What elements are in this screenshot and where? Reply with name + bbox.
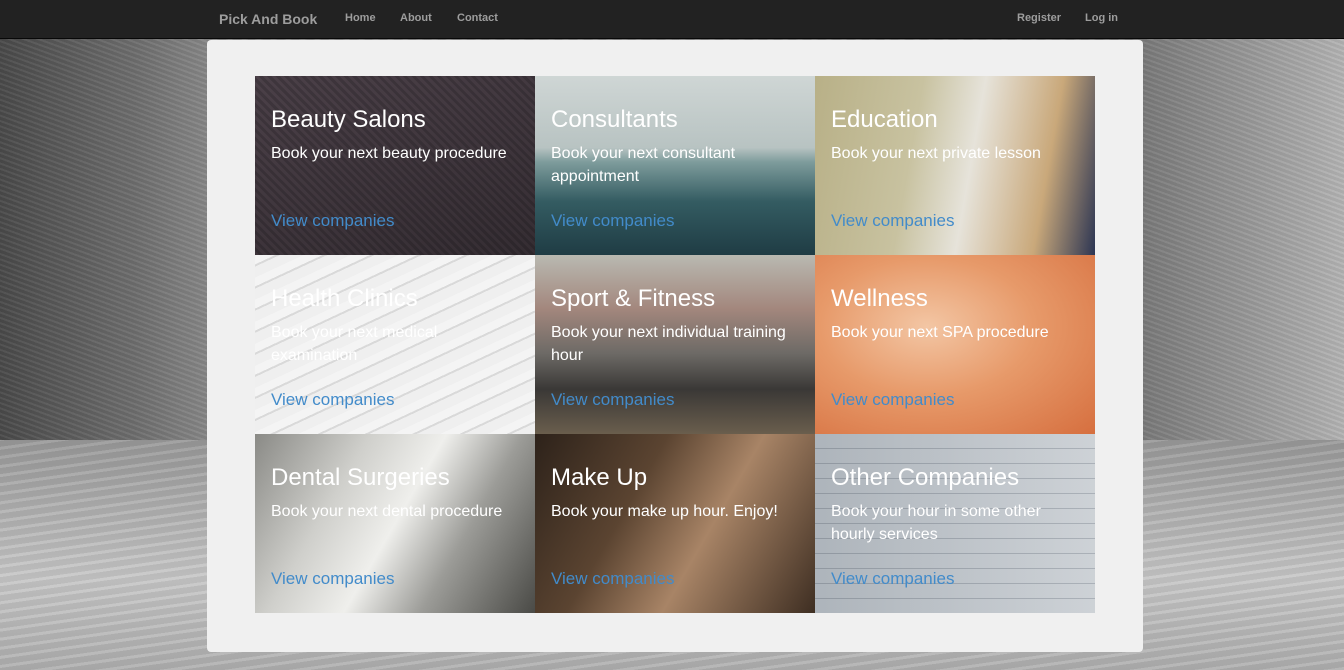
view-companies-link[interactable]: View companies bbox=[551, 211, 674, 231]
category-tile-wellness[interactable]: Wellness Book your next SPA procedure Vi… bbox=[815, 255, 1095, 434]
category-title: Wellness bbox=[831, 285, 928, 312]
category-title: Sport & Fitness bbox=[551, 285, 716, 312]
category-title: Dental Surgeries bbox=[271, 464, 450, 491]
category-tile-sport-fitness[interactable]: Sport & Fitness Book your next individua… bbox=[535, 255, 815, 434]
category-description: Book your next private lesson bbox=[831, 145, 1041, 162]
view-companies-link[interactable]: View companies bbox=[831, 390, 954, 410]
category-title: Make Up bbox=[551, 464, 648, 491]
nav-login[interactable]: Log in bbox=[1085, 12, 1118, 24]
category-description: Book your make up hour. Enjoy! bbox=[551, 503, 778, 520]
view-companies-link[interactable]: View companies bbox=[271, 211, 394, 231]
category-tile-consultants[interactable]: Consultants Book your next consultant ap… bbox=[535, 76, 815, 255]
category-title: Education bbox=[831, 106, 938, 133]
category-tile-other-companies[interactable]: Other Companies Book your hour in some o… bbox=[815, 434, 1095, 613]
nav-about[interactable]: About bbox=[400, 12, 432, 24]
view-companies-link[interactable]: View companies bbox=[831, 211, 954, 231]
category-description: Book your next medical examination bbox=[271, 324, 438, 364]
category-title: Health Clinics bbox=[271, 285, 418, 312]
view-companies-link[interactable]: View companies bbox=[271, 390, 394, 410]
category-grid: Beauty Salons Book your next beauty proc… bbox=[255, 76, 1095, 613]
category-tile-beauty-salons[interactable]: Beauty Salons Book your next beauty proc… bbox=[255, 76, 535, 255]
category-title: Consultants bbox=[551, 106, 678, 133]
brand-link[interactable]: Pick And Book bbox=[219, 11, 317, 27]
category-description: Book your hour in some other hourly serv… bbox=[831, 503, 1041, 543]
main-container: Beauty Salons Book your next beauty proc… bbox=[207, 40, 1143, 652]
category-title: Other Companies bbox=[831, 464, 1020, 491]
category-tile-make-up[interactable]: Make Up Book your make up hour. Enjoy! V… bbox=[535, 434, 815, 613]
category-tile-dental-surgeries[interactable]: Dental Surgeries Book your next dental p… bbox=[255, 434, 535, 613]
nav-home[interactable]: Home bbox=[345, 12, 376, 24]
category-title: Beauty Salons bbox=[271, 106, 426, 133]
category-description: Book your next beauty procedure bbox=[271, 145, 507, 162]
category-description: Book your next dental procedure bbox=[271, 503, 503, 520]
view-companies-link[interactable]: View companies bbox=[831, 569, 954, 589]
top-navbar: Pick And Book Home About Contact Registe… bbox=[0, 0, 1344, 39]
category-tile-education[interactable]: Education Book your next private lesson … bbox=[815, 76, 1095, 255]
view-companies-link[interactable]: View companies bbox=[551, 390, 674, 410]
category-description: Book your next consultant appointment bbox=[551, 145, 736, 185]
nav-contact[interactable]: Contact bbox=[457, 12, 498, 24]
view-companies-link[interactable]: View companies bbox=[551, 569, 674, 589]
view-companies-link[interactable]: View companies bbox=[271, 569, 394, 589]
category-tile-health-clinics[interactable]: Health Clinics Book your next medical ex… bbox=[255, 255, 535, 434]
category-description: Book your next SPA procedure bbox=[831, 324, 1049, 341]
nav-register[interactable]: Register bbox=[1017, 12, 1061, 24]
category-description: Book your next individual training hour bbox=[551, 324, 786, 364]
